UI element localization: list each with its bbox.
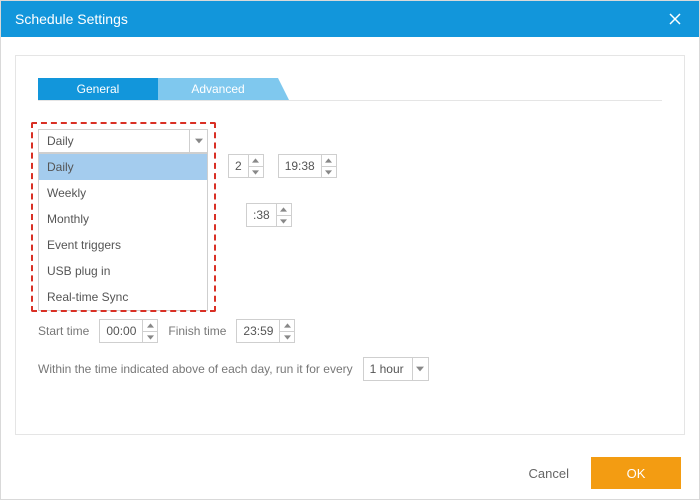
once-date-up[interactable] — [249, 155, 263, 166]
frequency-option-real-time-sync[interactable]: Real-time Sync — [39, 284, 207, 310]
once-datetime-row: 2 19:38 — [228, 154, 337, 178]
once-date-value: 2 — [229, 159, 248, 173]
tab-general-label: General — [77, 82, 120, 96]
start-time-label: Start time — [38, 324, 89, 338]
frequency-option-daily[interactable]: Daily — [39, 154, 207, 180]
ok-button[interactable]: OK — [591, 457, 681, 489]
tab-general[interactable]: General — [38, 78, 158, 100]
window-title: Schedule Settings — [15, 11, 128, 27]
caret-up-icon — [147, 323, 154, 328]
interval-row: Within the time indicated above of each … — [38, 357, 429, 381]
caret-down-icon — [252, 170, 259, 175]
close-icon — [669, 13, 681, 25]
finish-time-up[interactable] — [280, 320, 294, 331]
tab-advanced-label: Advanced — [191, 82, 244, 96]
caret-up-icon — [280, 207, 287, 212]
finish-time-steppers — [279, 320, 294, 342]
start-time-value: 00:00 — [100, 324, 142, 338]
frequency-dropdown-list: Daily Weekly Monthly Event triggers USB … — [38, 153, 208, 311]
frequency-option-weekly[interactable]: Weekly — [39, 180, 207, 206]
interval-select-value: 1 hour — [364, 362, 412, 376]
secondary-time-spinner[interactable]: :38 — [246, 203, 292, 227]
settings-body: Daily Daily Weekly Monthly Event trigger… — [16, 101, 684, 153]
start-time-steppers — [142, 320, 157, 342]
finish-time-down[interactable] — [280, 331, 294, 342]
window: Schedule Settings General Advanced Daily… — [0, 0, 700, 500]
cancel-button[interactable]: Cancel — [519, 460, 579, 487]
secondary-time-wrapper: :38 — [246, 203, 292, 227]
once-time-spinner[interactable]: 19:38 — [278, 154, 337, 178]
start-time-down[interactable] — [143, 331, 157, 342]
secondary-time-up[interactable] — [277, 204, 291, 215]
once-date-spinner[interactable]: 2 — [228, 154, 264, 178]
interval-select-caret[interactable] — [412, 358, 428, 380]
once-date-steppers — [248, 155, 263, 177]
tab-row: General Advanced — [38, 78, 662, 101]
secondary-time-steppers — [276, 204, 291, 226]
frequency-select[interactable]: Daily Daily Weekly Monthly Event trigger… — [38, 129, 208, 153]
caret-down-icon — [147, 335, 154, 340]
titlebar: Schedule Settings — [1, 1, 699, 37]
tab-advanced[interactable]: Advanced — [158, 78, 278, 100]
caret-down-icon — [284, 335, 291, 340]
once-time-down[interactable] — [322, 166, 336, 177]
start-finish-row: Start time 00:00 Finish time 23:59 — [38, 319, 295, 343]
frequency-option-event-triggers[interactable]: Event triggers — [39, 232, 207, 258]
finish-time-spinner[interactable]: 23:59 — [236, 319, 295, 343]
caret-down-icon — [280, 219, 287, 224]
frequency-select-caret[interactable] — [189, 130, 207, 152]
caret-up-icon — [252, 158, 259, 163]
once-time-steppers — [321, 155, 336, 177]
close-button[interactable] — [657, 1, 693, 37]
content-card: General Advanced Daily Daily Weekly Mont… — [15, 55, 685, 435]
footer: Cancel OK — [1, 447, 699, 499]
caret-down-icon — [325, 170, 332, 175]
once-date-down[interactable] — [249, 166, 263, 177]
start-time-spinner[interactable]: 00:00 — [99, 319, 158, 343]
finish-time-value: 23:59 — [237, 324, 279, 338]
caret-down-icon — [416, 365, 424, 373]
frequency-option-usb-plug-in[interactable]: USB plug in — [39, 258, 207, 284]
start-time-up[interactable] — [143, 320, 157, 331]
interval-text: Within the time indicated above of each … — [38, 362, 353, 376]
frequency-option-monthly[interactable]: Monthly — [39, 206, 207, 232]
interval-select[interactable]: 1 hour — [363, 357, 429, 381]
caret-up-icon — [284, 323, 291, 328]
frequency-select-value: Daily — [39, 134, 189, 148]
once-time-up[interactable] — [322, 155, 336, 166]
caret-down-icon — [195, 137, 203, 145]
caret-up-icon — [325, 158, 332, 163]
secondary-time-down[interactable] — [277, 215, 291, 226]
finish-time-label: Finish time — [168, 324, 226, 338]
once-time-value: 19:38 — [279, 159, 321, 173]
secondary-time-value: :38 — [247, 208, 276, 222]
